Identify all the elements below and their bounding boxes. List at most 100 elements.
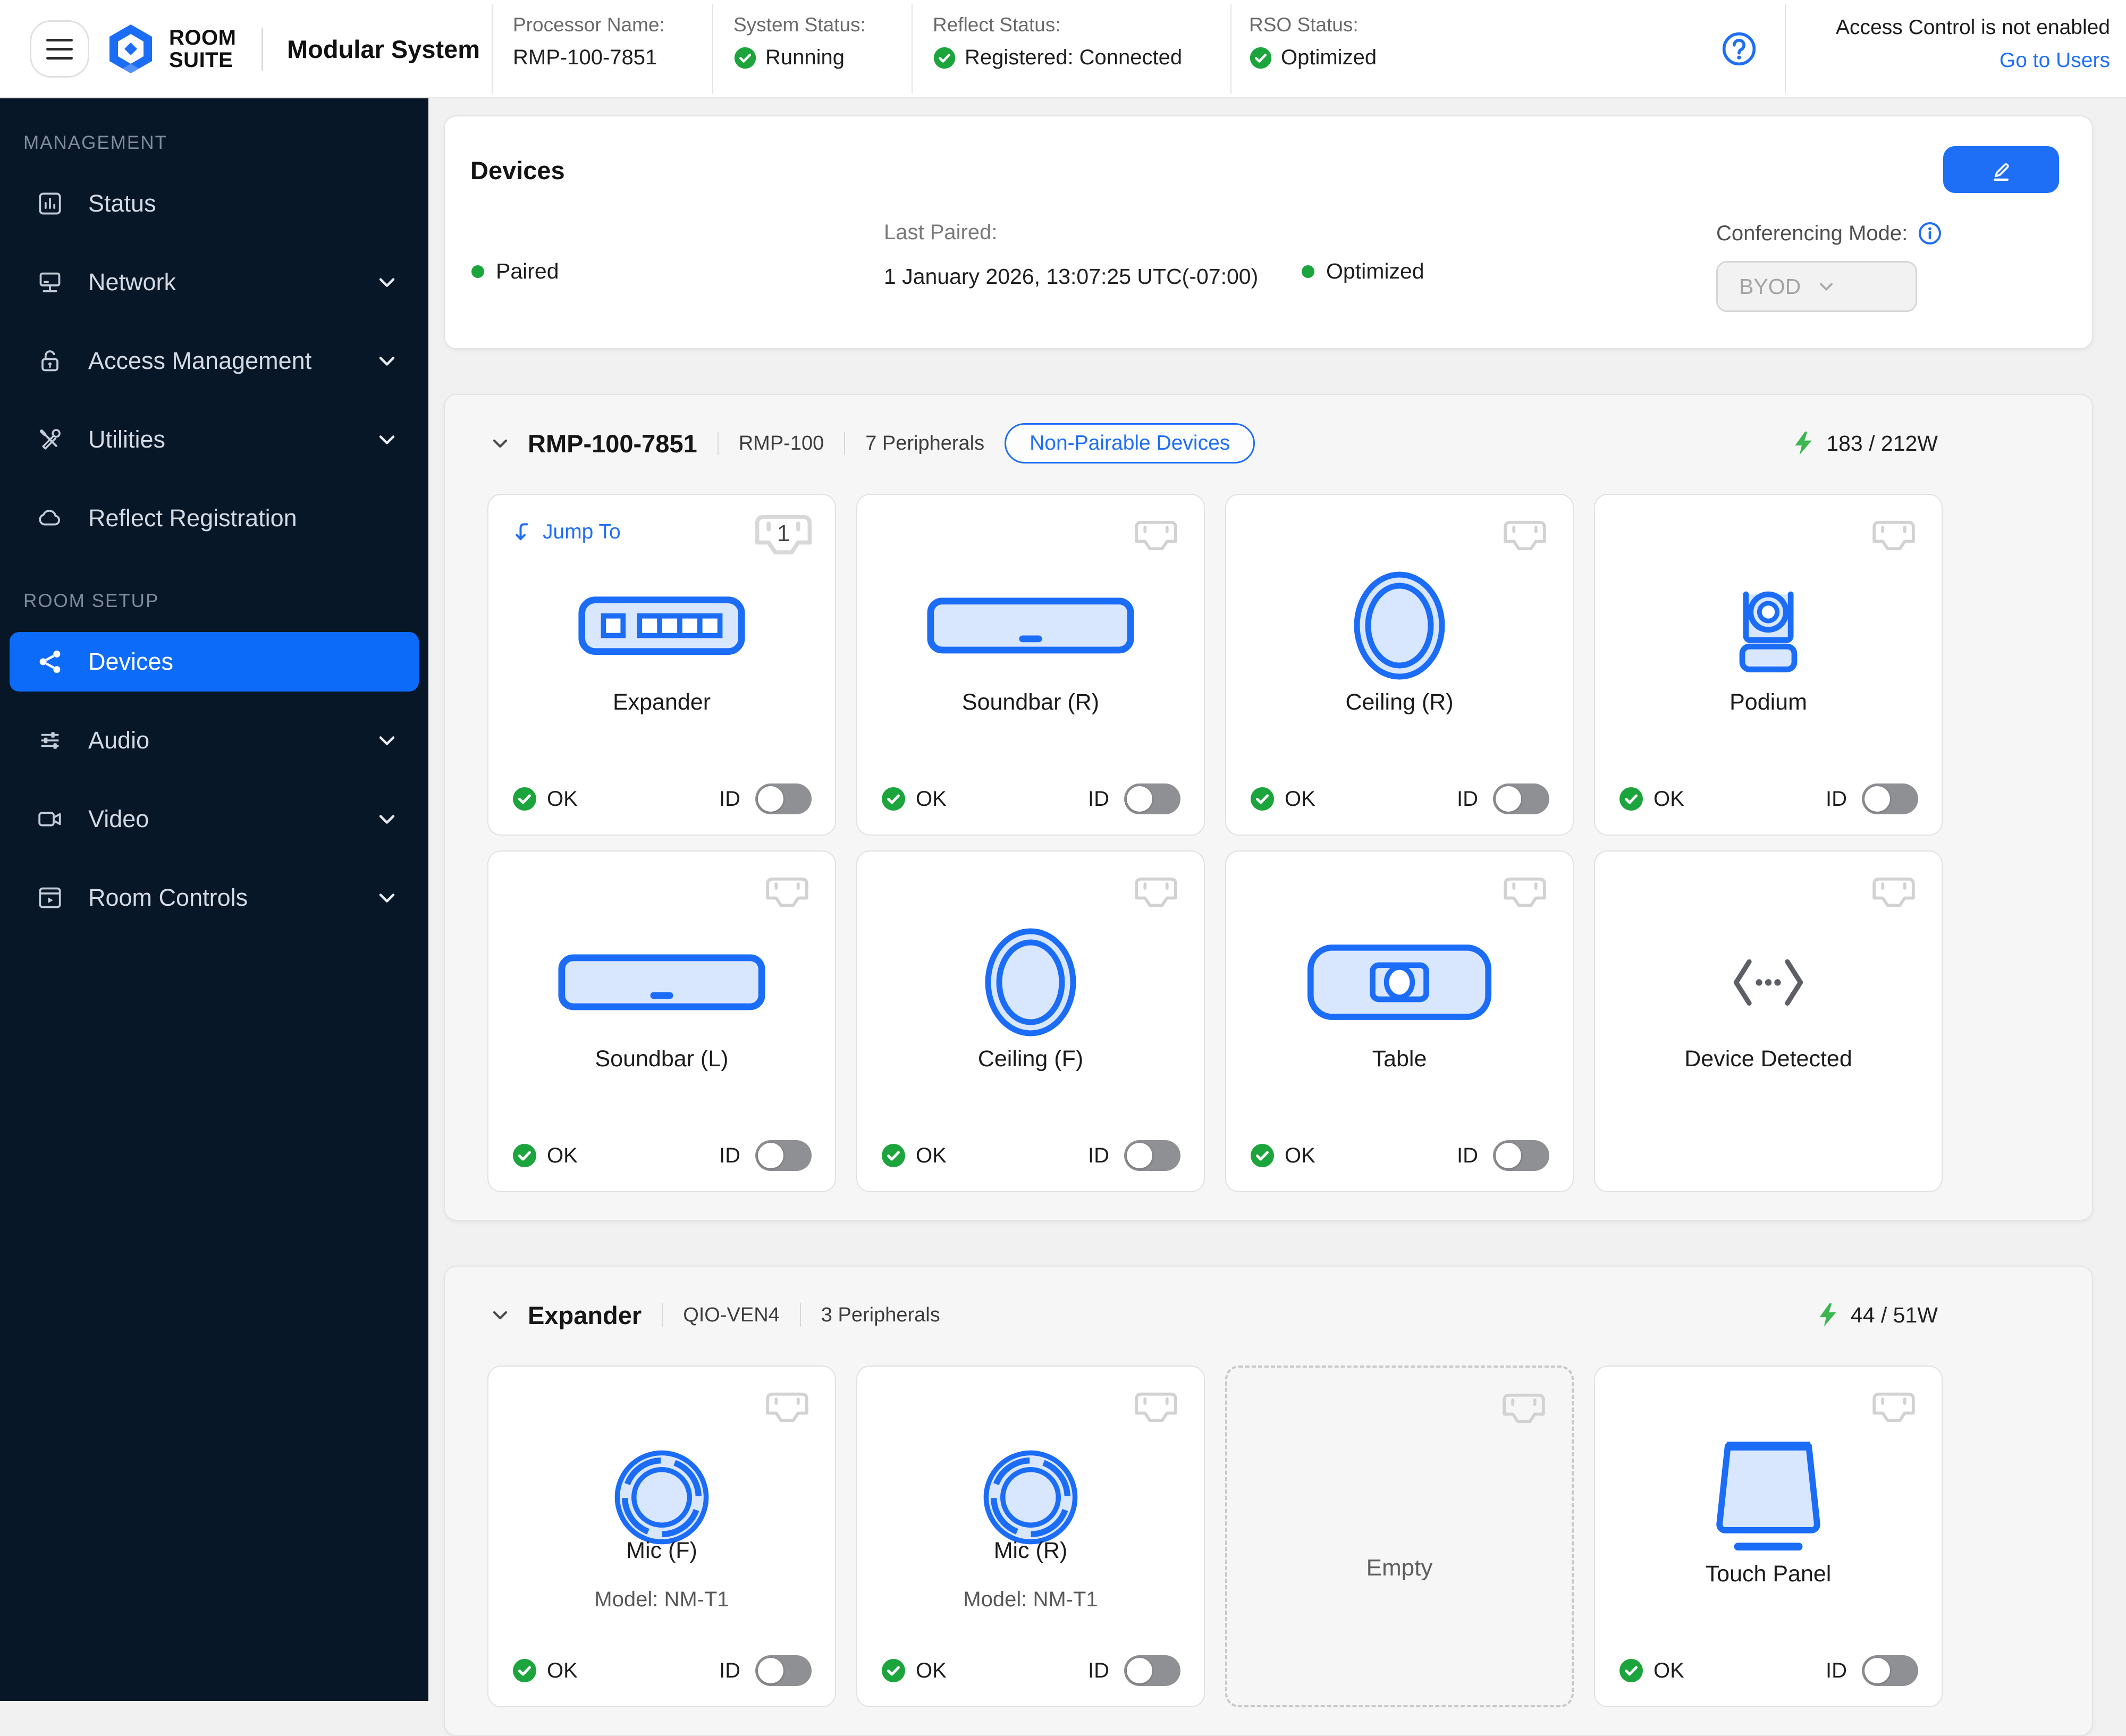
id-toggle[interactable] — [755, 1140, 812, 1171]
device-card-grid: Mic (F) Model: NM-T1 OK ID Mic (R) Model… — [487, 1366, 1938, 1707]
check-icon — [1618, 786, 1644, 812]
mic-icon — [980, 1447, 1081, 1548]
bolt-icon — [1790, 430, 1817, 457]
system-status-label: System Status: — [733, 14, 866, 36]
info-icon[interactable] — [1917, 221, 1943, 246]
id-label: ID — [719, 1144, 740, 1168]
sidebar-item-video[interactable]: Video — [0, 780, 428, 858]
device-name: Touch Panel — [1595, 1561, 1942, 1587]
device-card-podium[interactable]: Podium OK ID — [1594, 494, 1943, 836]
id-toggle[interactable] — [1493, 783, 1549, 814]
device-card-touch-panel[interactable]: Touch Panel OK ID — [1594, 1366, 1943, 1707]
id-toggle[interactable] — [1124, 1655, 1180, 1686]
device-card-device-detected[interactable]: Device Detected — [1594, 850, 1943, 1192]
device-card-ceiling-f[interactable]: Ceiling (F) OK ID — [856, 850, 1205, 1192]
id-toggle[interactable] — [1493, 1140, 1549, 1171]
device-card-table[interactable]: Table OK ID — [1225, 850, 1574, 1192]
status-badge: OK — [512, 786, 578, 812]
sidebar-section-management: MANAGEMENT — [0, 122, 428, 164]
mic-icon — [611, 1447, 712, 1548]
brand-name: ROOM SUITE — [169, 27, 236, 71]
help-icon[interactable] — [1721, 31, 1757, 67]
check-icon — [881, 1143, 906, 1168]
cloud-icon — [35, 503, 65, 533]
device-name: Soundbar (R) — [857, 689, 1204, 715]
divider — [261, 28, 263, 71]
sidebar-item-utilities[interactable]: Utilities — [0, 400, 428, 479]
toggle-knob — [1496, 1143, 1521, 1168]
divider — [800, 1303, 801, 1327]
collapse-chevron-icon[interactable] — [487, 431, 513, 456]
device-card-mic-r[interactable]: Mic (R) Model: NM-T1 OK ID — [856, 1366, 1205, 1707]
device-model: Model: NM-T1 — [488, 1588, 835, 1612]
id-toggle[interactable] — [755, 783, 812, 814]
sidebar-item-network[interactable]: Network — [0, 243, 428, 322]
rso-status-label: RSO Status: — [1249, 14, 1359, 36]
conferencing-mode-dropdown[interactable]: BYOD — [1716, 261, 1917, 312]
id-toggle[interactable] — [1862, 1655, 1918, 1686]
id-toggle[interactable] — [1862, 783, 1918, 814]
touch-panel-icon — [1701, 1438, 1836, 1557]
jump-down-arrow-icon — [512, 520, 535, 544]
jump-to-link[interactable]: Jump To — [512, 520, 621, 544]
lock-icon — [35, 346, 65, 376]
video-camera-icon — [35, 804, 65, 834]
status-badge: OK — [1618, 1658, 1684, 1683]
sidebar-item-room-controls[interactable]: Room Controls — [0, 858, 428, 937]
edit-button[interactable] — [1943, 146, 2059, 193]
tools-icon — [35, 425, 65, 454]
device-card-ceiling-r[interactable]: Ceiling (R) OK ID — [1225, 494, 1574, 836]
device-model: Model: NM-T1 — [857, 1588, 1204, 1612]
sidebar-item-access-management[interactable]: Access Management — [0, 322, 428, 400]
device-card-expander[interactable]: Jump To 1 Expander OK ID — [487, 494, 836, 836]
main-content: Devices Paired Last Paired: 1 January 20… — [444, 98, 2110, 1701]
ptz-camera-icon — [1716, 574, 1820, 678]
check-icon — [1250, 1143, 1275, 1168]
page-title: Devices — [470, 156, 565, 185]
chevron-down-icon — [373, 805, 401, 833]
non-pairable-devices-button[interactable]: Non-Pairable Devices — [1005, 423, 1255, 464]
power-usage: 183 / 212W — [1790, 430, 1938, 457]
soundbar-icon — [558, 954, 766, 1011]
id-toggle[interactable] — [1124, 1140, 1180, 1171]
divider — [712, 4, 713, 94]
power-usage: 44 / 51W — [1815, 1302, 1938, 1328]
device-group-expander: Expander QIO-VEN4 3 Peripherals 44 / 51W… — [444, 1266, 2093, 1736]
empty-label: Empty — [1227, 1555, 1572, 1581]
id-toggle[interactable] — [755, 1655, 812, 1686]
device-detected-icon — [1727, 955, 1809, 1010]
id-label: ID — [1088, 1659, 1109, 1683]
id-label: ID — [719, 1659, 740, 1683]
device-card-soundbar-r[interactable]: Soundbar (R) OK ID — [856, 494, 1205, 836]
sidebar-item-audio[interactable]: Audio — [0, 701, 428, 780]
brand-line1: ROOM — [169, 27, 236, 49]
check-icon — [512, 1143, 537, 1168]
divider — [1785, 4, 1786, 94]
chevron-down-icon — [373, 268, 401, 296]
group-header: Expander QIO-VEN4 3 Peripherals 44 / 51W — [487, 1293, 1938, 1337]
collapse-chevron-icon[interactable] — [487, 1302, 513, 1328]
green-dot — [1302, 265, 1314, 278]
status-badge: OK — [881, 786, 947, 812]
sidebar-nav: MANAGEMENT Status Network Access Managem… — [0, 98, 428, 1701]
sidebar-item-reflect-registration[interactable]: Reflect Registration — [0, 479, 428, 558]
device-card-grid: Jump To 1 Expander OK ID Soundbar (R) — [487, 494, 1938, 1192]
devices-share-icon — [35, 647, 65, 677]
go-to-users-link[interactable]: Go to Users — [2000, 49, 2110, 72]
device-card-mic-f[interactable]: Mic (F) Model: NM-T1 OK ID — [487, 1366, 836, 1707]
id-label: ID — [1457, 1144, 1478, 1168]
id-label: ID — [719, 787, 740, 811]
chevron-down-icon — [373, 727, 401, 754]
sidebar-item-devices[interactable]: Devices — [10, 632, 419, 692]
divider — [844, 432, 845, 455]
divider — [718, 432, 719, 455]
id-label: ID — [1826, 787, 1847, 811]
device-card-soundbar-l[interactable]: Soundbar (L) OK ID — [487, 850, 836, 1192]
hamburger-menu-button[interactable] — [30, 20, 89, 78]
sidebar-item-status[interactable]: Status — [0, 164, 428, 243]
group-model: QIO-VEN4 — [683, 1304, 780, 1327]
audio-sliders-icon — [35, 726, 65, 755]
toggle-knob — [758, 1143, 783, 1168]
id-toggle[interactable] — [1124, 783, 1180, 814]
system-status-value: Running — [765, 46, 845, 70]
